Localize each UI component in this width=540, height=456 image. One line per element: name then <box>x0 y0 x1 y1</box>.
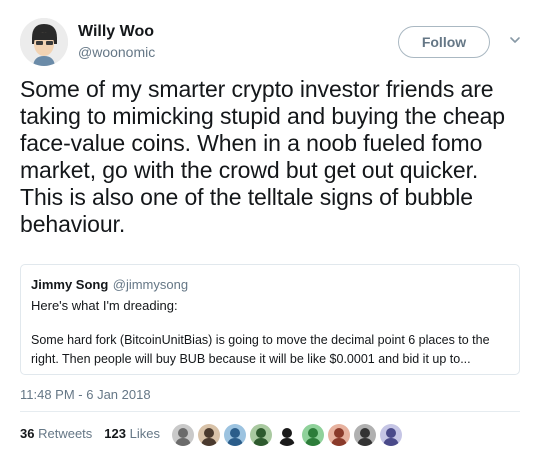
divider <box>20 411 520 412</box>
liker-avatar[interactable] <box>224 424 246 446</box>
tweet-stats: 36 Retweets 123 Likes <box>20 426 172 441</box>
retweets-label: Retweets <box>38 426 93 441</box>
retweets-stat[interactable]: 36 Retweets <box>20 426 92 441</box>
quoted-text-body: Some hard fork (BitcoinUnitBias) is goin… <box>31 333 490 366</box>
quoted-tweet[interactable]: Jimmy Song @jimmysong Here's what I'm dr… <box>20 264 520 375</box>
likes-count: 123 <box>104 426 126 441</box>
liker-avatar[interactable] <box>354 424 376 446</box>
avatar-illustration <box>20 18 68 66</box>
likes-stat[interactable]: 123 Likes <box>104 426 160 441</box>
liker-avatars <box>172 424 406 446</box>
retweets-count: 36 <box>20 426 35 441</box>
tweet-header: Willy Woo @woonomic Follow <box>20 18 520 68</box>
quoted-handle: @jimmysong <box>112 277 189 292</box>
liker-avatar[interactable] <box>250 424 272 446</box>
chevron-down-icon[interactable] <box>508 33 522 47</box>
liker-avatar[interactable] <box>328 424 350 446</box>
author-avatar[interactable] <box>20 18 68 66</box>
liker-avatar[interactable] <box>172 424 194 446</box>
author-handle[interactable]: @woonomic <box>78 42 155 62</box>
author-display-name[interactable]: Willy Woo <box>78 22 155 42</box>
liker-avatar[interactable] <box>380 424 402 446</box>
quoted-text-intro: Here's what I'm dreading: <box>31 298 178 313</box>
tweet-timestamp[interactable]: 11:48 PM - 6 Jan 2018 <box>20 387 151 402</box>
liker-avatar[interactable] <box>276 424 298 446</box>
author-names: Willy Woo @woonomic <box>78 22 155 62</box>
liker-avatar[interactable] <box>302 424 324 446</box>
quoted-display-name: Jimmy Song <box>31 277 109 292</box>
likes-label: Likes <box>129 426 160 441</box>
follow-button[interactable]: Follow <box>398 26 490 58</box>
liker-avatar[interactable] <box>198 424 220 446</box>
tweet-text: Some of my smarter crypto investor frien… <box>20 76 505 237</box>
